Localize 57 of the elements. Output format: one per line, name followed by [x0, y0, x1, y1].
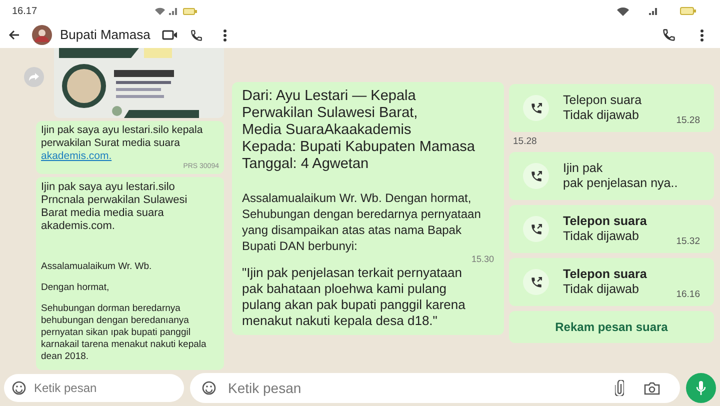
record-voice-button[interactable]: Rekam pesan suara: [509, 311, 714, 343]
signal-icon: [169, 7, 180, 15]
call-status: Tidak dijawab: [563, 108, 640, 123]
camera-icon[interactable]: [644, 382, 660, 394]
message-time: 15.30: [470, 254, 494, 265]
link[interactable]: akademis.com.: [41, 150, 112, 162]
microphone-button[interactable]: [686, 373, 716, 403]
call-status: pak penjelasan nya..: [563, 176, 678, 191]
message-text: Ijin pak saya ayu lestari.silo Prncnala perwakilan Sulawesi Barat media media suara akademis.com.: [41, 181, 188, 233]
battery-icon: [183, 8, 198, 14]
message-text: Media SuaraAkaakademis: [242, 122, 412, 139]
message-text: Kepada: Bupati Kabupaten Mamasa: [242, 139, 476, 156]
message-text: "Ijin pak penjelasan terkait pernyataan pak bahataan ploehwa kami pulang pulang akan pak bupati panggil karena menakut nakuti kepala desa d18.": [242, 265, 466, 329]
microphone-icon: [696, 381, 706, 395]
attachment-icon[interactable]: [615, 380, 624, 396]
call-status: Tidak dijawab: [563, 229, 640, 244]
phone-icon[interactable]: [190, 28, 204, 42]
message-input-field[interactable]: Ketik pesan: [228, 378, 603, 398]
message-text: Sehubungan dorman beredarnya behubungan dengan beredanıanya pernyatan sikan ıpak bupati panggil karnakail tarena menakut nakuti kepala dean 2018.: [41, 303, 208, 363]
message-time: 15.28: [676, 114, 700, 128]
call-title: Telepon suara: [563, 214, 647, 229]
call-title: Ijin pak: [563, 161, 604, 176]
message-composer[interactable]: Ketik pesan: [190, 373, 680, 403]
call-status: Tidak dijawab: [563, 282, 640, 297]
wifi-icon: [617, 6, 629, 16]
message-text: Dengan hormat,: [41, 282, 110, 294]
message-text: Dari: Ayu Lestari — Kepala: [242, 88, 417, 105]
message-text: Assalamualaikum Wr. Wb. Dengan hormat, Sehubungan dengan beredarnya pernyataan yang disampaikan atas atas nama Bapak Bupati DAN berbunyi:: [242, 190, 482, 254]
wifi-icon: [155, 7, 166, 15]
back-icon[interactable]: [8, 29, 20, 41]
status-time: 16.17: [12, 4, 38, 18]
emoji-icon: [12, 381, 26, 395]
message-time: 15.28: [513, 136, 538, 148]
missed-call-icon: [530, 102, 542, 114]
forward-icon: [29, 73, 39, 81]
call-title: Telepon suara: [563, 93, 642, 108]
message-composer[interactable]: Ketik pesan: [4, 374, 184, 402]
missed-call-icon: [530, 170, 542, 182]
signal-icon: [649, 7, 660, 15]
phone-icon[interactable]: [662, 28, 676, 42]
message-time: 15.32: [676, 234, 700, 249]
menu-icon[interactable]: [700, 28, 704, 42]
message-text: Perwakilan Sulawesi Barat,: [242, 105, 419, 122]
avatar[interactable]: [32, 25, 52, 45]
message-text: Assalamualaikum Wr. Wb.: [41, 261, 153, 273]
message-text: Tanggal: 4 Agwetan: [242, 156, 370, 173]
missed-call-icon: [530, 222, 542, 236]
message-text: Ijin pak saya ayu lestari.silo kepala perwakilan Surat media suara akademis.com.: [41, 124, 204, 163]
message-input-field[interactable]: Ketik pesan: [34, 379, 176, 397]
battery-icon: [680, 7, 696, 15]
video-call-icon[interactable]: [162, 29, 178, 41]
chat-title[interactable]: Bupati Mamasa: [60, 25, 150, 45]
message-time: 16.16: [676, 288, 700, 302]
emoji-icon: [202, 381, 216, 395]
menu-icon[interactable]: [223, 28, 228, 42]
call-title: Telepon suara: [563, 267, 647, 282]
missed-call-icon: [530, 276, 542, 288]
